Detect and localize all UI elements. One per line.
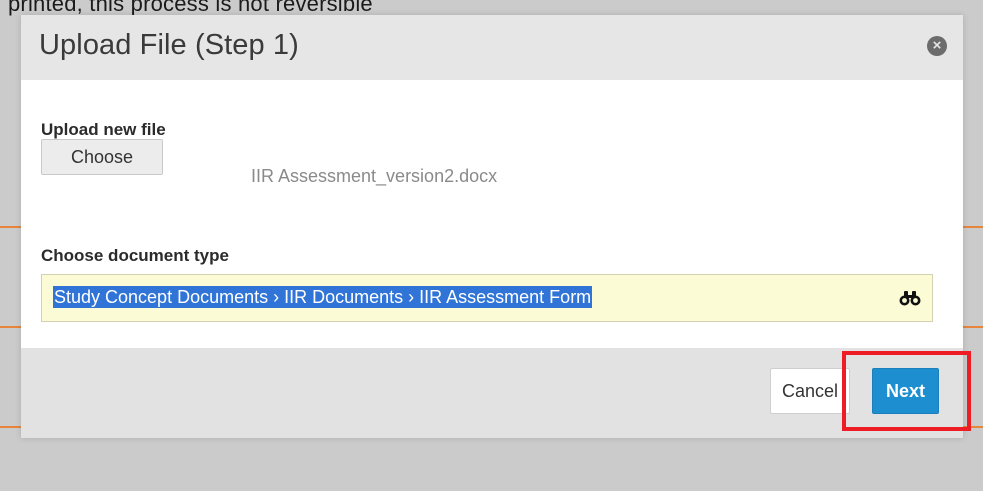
document-type-value: Study Concept Documents › IIR Documents … bbox=[53, 286, 593, 308]
backdrop-divider bbox=[0, 326, 21, 328]
backdrop-divider bbox=[963, 426, 983, 428]
close-icon[interactable]: × bbox=[927, 36, 947, 56]
binoculars-icon[interactable] bbox=[898, 289, 922, 307]
backdrop-divider bbox=[0, 226, 21, 228]
upload-file-dialog: Upload File (Step 1) × Upload new file C… bbox=[21, 15, 963, 438]
backdrop-divider bbox=[963, 226, 983, 228]
backdrop-divider bbox=[963, 326, 983, 328]
selected-filename: IIR Assessment_version2.docx bbox=[251, 166, 498, 186]
document-type-field[interactable]: Study Concept Documents › IIR Documents … bbox=[41, 274, 933, 322]
document-type-label: Choose document type bbox=[41, 246, 229, 265]
next-button[interactable]: Next bbox=[872, 368, 939, 414]
dialog-title: Upload File (Step 1) bbox=[39, 29, 299, 61]
dialog-footer: Cancel Next bbox=[21, 348, 963, 438]
backdrop-divider bbox=[0, 426, 21, 428]
dialog-header: Upload File (Step 1) × bbox=[21, 15, 963, 80]
cancel-button[interactable]: Cancel bbox=[770, 368, 850, 414]
upload-new-file-label: Upload new file bbox=[41, 120, 166, 139]
choose-file-button[interactable]: Choose bbox=[41, 139, 163, 175]
dialog-body: Upload new file Choose IIR Assessment_ve… bbox=[21, 80, 963, 348]
